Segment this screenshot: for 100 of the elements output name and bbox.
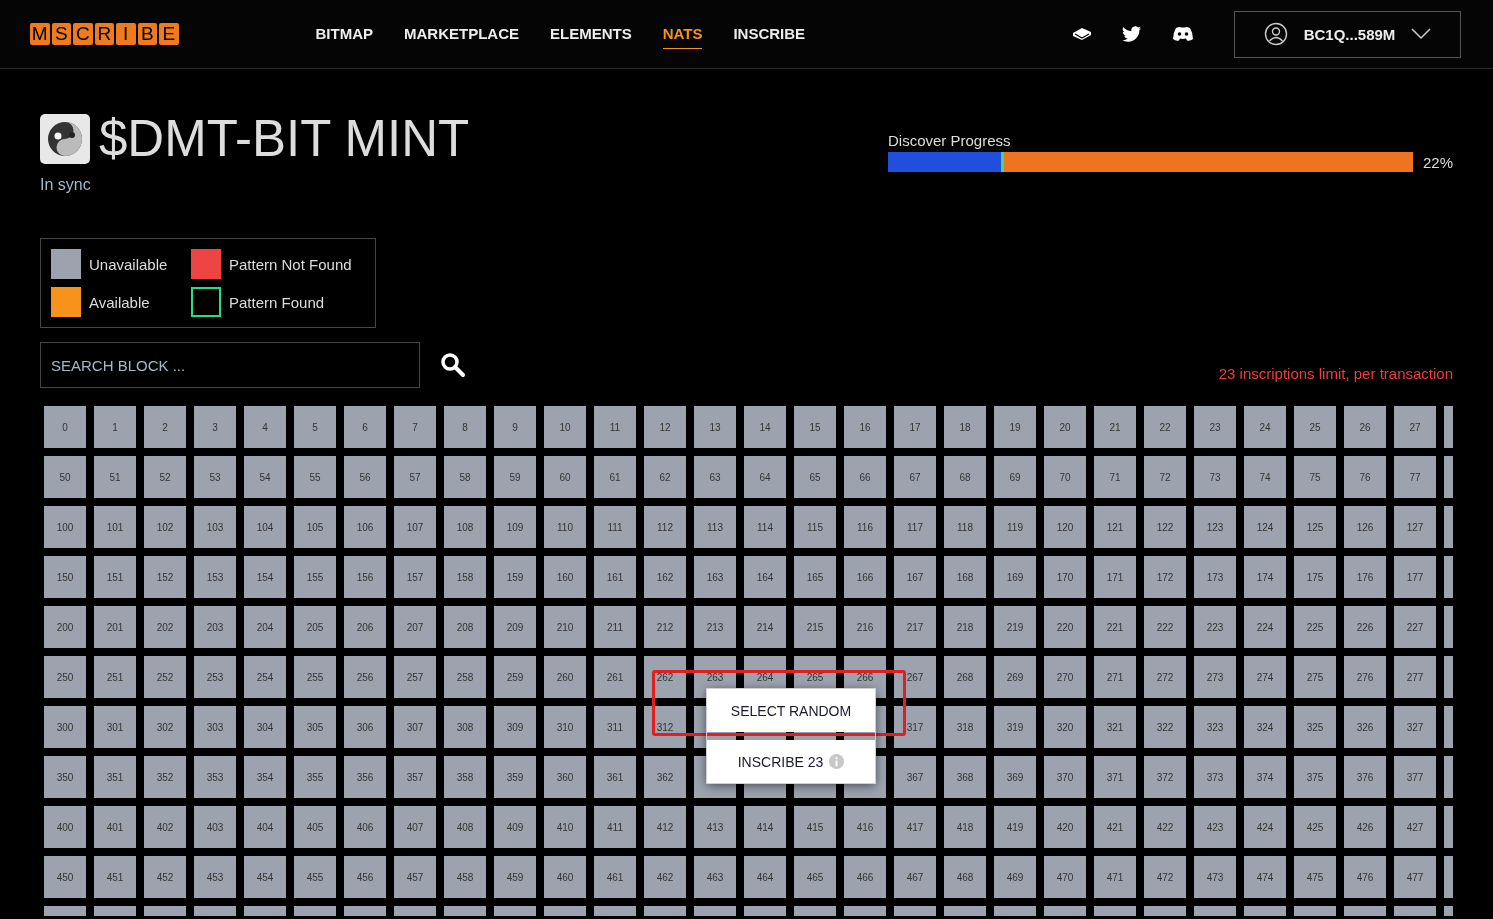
block-cell[interactable]: 157 bbox=[394, 556, 436, 598]
block-cell[interactable]: 476 bbox=[1344, 856, 1386, 898]
block-cell[interactable]: 250 bbox=[44, 656, 86, 698]
block-cell[interactable]: 424 bbox=[1244, 806, 1286, 848]
block-cell[interactable]: 73 bbox=[1194, 456, 1236, 498]
block-cell[interactable]: 26 bbox=[1344, 406, 1386, 448]
block-cell[interactable]: 464 bbox=[744, 856, 786, 898]
block-cell[interactable]: 120 bbox=[1044, 506, 1086, 548]
block-cell[interactable]: 2 bbox=[144, 406, 186, 448]
block-cell[interactable]: 51 bbox=[94, 456, 136, 498]
block-cell[interactable]: 177 bbox=[1394, 556, 1436, 598]
block-cell[interactable]: 462 bbox=[644, 856, 686, 898]
block-cell[interactable]: 116 bbox=[844, 506, 886, 548]
block-cell[interactable]: 426 bbox=[1344, 806, 1386, 848]
block-cell[interactable]: 205 bbox=[294, 606, 336, 648]
block-cell[interactable]: 153 bbox=[194, 556, 236, 598]
block-cell[interactable]: 410 bbox=[544, 806, 586, 848]
block-cell[interactable]: 125 bbox=[1294, 506, 1336, 548]
block-cell[interactable]: 62 bbox=[644, 456, 686, 498]
block-cell[interactable]: 420 bbox=[1044, 806, 1086, 848]
block-cell[interactable]: 155 bbox=[294, 556, 336, 598]
block-cell[interactable]: 16 bbox=[844, 406, 886, 448]
block-cell[interactable]: 163 bbox=[694, 556, 736, 598]
block-cell[interactable]: 171 bbox=[1094, 556, 1136, 598]
block-cell[interactable]: 255 bbox=[294, 656, 336, 698]
block-cell[interactable]: 351 bbox=[94, 756, 136, 798]
block-cell[interactable]: 212 bbox=[644, 606, 686, 648]
block-cell[interactable]: 169 bbox=[994, 556, 1036, 598]
block-cell[interactable]: 168 bbox=[944, 556, 986, 598]
block-cell[interactable]: 275 bbox=[1294, 656, 1336, 698]
block-cell[interactable]: 22 bbox=[1144, 406, 1186, 448]
block-cell[interactable]: 8 bbox=[444, 406, 486, 448]
nav-link[interactable]: BITMAP bbox=[315, 19, 373, 49]
block-cell[interactable]: 453 bbox=[194, 856, 236, 898]
block-cell[interactable]: 152 bbox=[144, 556, 186, 598]
block-cell[interactable]: 302 bbox=[144, 706, 186, 748]
block-cell[interactable]: 254 bbox=[244, 656, 286, 698]
block-cell[interactable]: 451 bbox=[94, 856, 136, 898]
block-cell[interactable]: 204 bbox=[244, 606, 286, 648]
block-cell[interactable]: 60 bbox=[544, 456, 586, 498]
block-cell[interactable]: 55 bbox=[294, 456, 336, 498]
block-cell[interactable]: 323 bbox=[1194, 706, 1236, 748]
block-cell[interactable]: 416 bbox=[844, 806, 886, 848]
block-cell[interactable]: 226 bbox=[1344, 606, 1386, 648]
block-cell[interactable]: 221 bbox=[1094, 606, 1136, 648]
block-cell[interactable]: 261 bbox=[594, 656, 636, 698]
block-cell[interactable]: 122 bbox=[1144, 506, 1186, 548]
block-cell[interactable]: 477 bbox=[1394, 856, 1436, 898]
block-cell[interactable]: 105 bbox=[294, 506, 336, 548]
block-cell[interactable]: 260 bbox=[544, 656, 586, 698]
block-cell[interactable]: 368 bbox=[944, 756, 986, 798]
block-cell[interactable]: 65 bbox=[794, 456, 836, 498]
block-cell[interactable]: 123 bbox=[1194, 506, 1236, 548]
block-cell[interactable]: 172 bbox=[1144, 556, 1186, 598]
block-cell[interactable]: 408 bbox=[444, 806, 486, 848]
block-cell[interactable]: 370 bbox=[1044, 756, 1086, 798]
block-cell[interactable]: 160 bbox=[544, 556, 586, 598]
block-cell[interactable]: 320 bbox=[1044, 706, 1086, 748]
block-cell[interactable]: 273 bbox=[1194, 656, 1236, 698]
block-cell[interactable]: 458 bbox=[444, 856, 486, 898]
block-cell[interactable]: 358 bbox=[444, 756, 486, 798]
block-cell[interactable]: 61 bbox=[594, 456, 636, 498]
nav-link[interactable]: ELEMENTS bbox=[550, 19, 632, 49]
block-cell[interactable]: 362 bbox=[644, 756, 686, 798]
block-cell[interactable]: 457 bbox=[394, 856, 436, 898]
block-cell[interactable]: 176 bbox=[1344, 556, 1386, 598]
block-cell[interactable]: 310 bbox=[544, 706, 586, 748]
block-cell[interactable]: 203 bbox=[194, 606, 236, 648]
block-cell[interactable]: 413 bbox=[694, 806, 736, 848]
block-cell[interactable]: 319 bbox=[994, 706, 1036, 748]
block-cell[interactable]: 220 bbox=[1044, 606, 1086, 648]
block-cell[interactable]: 17 bbox=[894, 406, 936, 448]
block-cell[interactable]: 164 bbox=[744, 556, 786, 598]
block-cell[interactable]: 256 bbox=[344, 656, 386, 698]
block-cell[interactable]: 300 bbox=[44, 706, 86, 748]
block-cell[interactable]: 100 bbox=[44, 506, 86, 548]
block-cell[interactable]: 211 bbox=[594, 606, 636, 648]
block-cell[interactable]: 217 bbox=[894, 606, 936, 648]
block-cell[interactable]: 208 bbox=[444, 606, 486, 648]
block-cell[interactable]: 372 bbox=[1144, 756, 1186, 798]
block-cell[interactable]: 403 bbox=[194, 806, 236, 848]
block-cell[interactable]: 110 bbox=[544, 506, 586, 548]
block-cell[interactable]: 356 bbox=[344, 756, 386, 798]
block-cell[interactable]: 156 bbox=[344, 556, 386, 598]
block-cell[interactable]: 11 bbox=[594, 406, 636, 448]
block-cell[interactable]: 214 bbox=[744, 606, 786, 648]
block-cell[interactable]: 460 bbox=[544, 856, 586, 898]
block-cell[interactable]: 207 bbox=[394, 606, 436, 648]
block-cell[interactable]: 418 bbox=[944, 806, 986, 848]
block-cell[interactable]: 415 bbox=[794, 806, 836, 848]
block-cell[interactable]: 306 bbox=[344, 706, 386, 748]
block-cell[interactable]: 322 bbox=[1144, 706, 1186, 748]
block-cell[interactable]: 6 bbox=[344, 406, 386, 448]
select-random-button[interactable]: SELECT RANDOM bbox=[707, 689, 875, 732]
block-cell[interactable]: 27 bbox=[1394, 406, 1436, 448]
block-cell[interactable]: 465 bbox=[794, 856, 836, 898]
block-cell[interactable]: 175 bbox=[1294, 556, 1336, 598]
inscribe-button[interactable]: INSCRIBE 23 bbox=[707, 740, 875, 783]
block-cell[interactable]: 468 bbox=[944, 856, 986, 898]
block-cell[interactable]: 76 bbox=[1344, 456, 1386, 498]
